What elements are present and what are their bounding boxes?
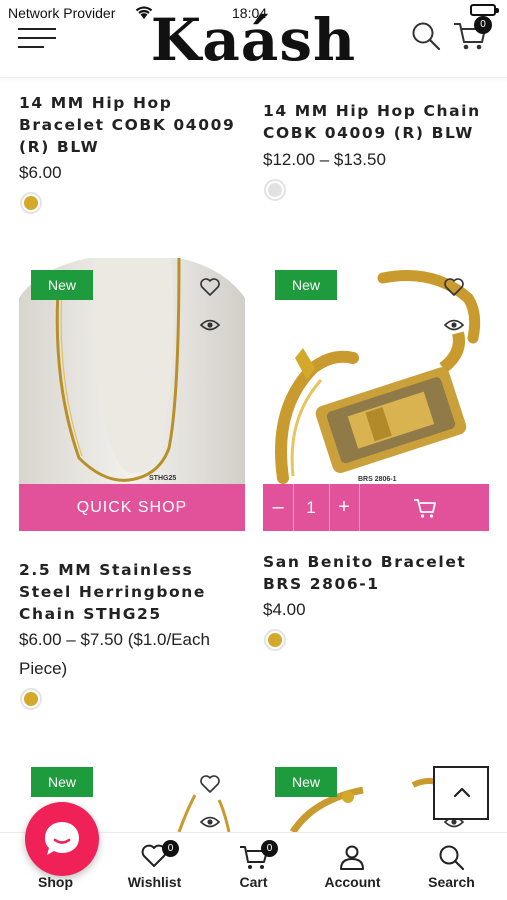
- color-swatch[interactable]: [20, 688, 42, 710]
- user-icon: [340, 845, 364, 870]
- eye-icon[interactable]: [199, 314, 221, 336]
- nav-wishlist[interactable]: 0 Wishlist: [104, 833, 205, 900]
- nav-account[interactable]: Account: [302, 833, 403, 900]
- price-line: $6.00 – $7.50 ($1.0/Each: [19, 630, 210, 649]
- nav-label: Wishlist: [127, 874, 182, 890]
- wishlist-count-badge: 0: [162, 840, 179, 857]
- qty-decrease-button[interactable]: –: [263, 484, 293, 531]
- product-title-line: (R) BLW: [19, 138, 100, 156]
- product-title[interactable]: 14 MM Hip Hop Bracelet COBK 04009 (R) BL…: [19, 92, 249, 158]
- product-price: $6.00 – $7.50 ($1.0/Each Piece): [19, 625, 259, 683]
- chat-icon: [45, 822, 79, 855]
- quantity-stepper: – 1 +: [263, 484, 489, 531]
- back-to-top-button[interactable]: [433, 766, 489, 820]
- product-title-line: BRS 2806-1: [263, 575, 380, 593]
- product-price: $6.00: [19, 163, 62, 182]
- product-title-line: Chain STHG25: [19, 605, 162, 623]
- product-title-line: COBK 04009 (R) BLW: [263, 124, 474, 142]
- heart-icon[interactable]: [199, 773, 221, 795]
- product-title-line: 2.5 MM Stainless: [19, 561, 194, 579]
- chat-button[interactable]: [25, 802, 99, 876]
- product-title-line: Steel Herringbone: [19, 583, 207, 601]
- qty-increase-button[interactable]: +: [329, 484, 359, 531]
- nav-label: Search: [428, 874, 475, 890]
- product-title-line: San Benito Bracelet: [263, 553, 467, 571]
- color-swatch[interactable]: [20, 192, 42, 214]
- nav-label: Shop: [38, 874, 73, 890]
- divider: [359, 484, 360, 531]
- search-icon: [439, 845, 465, 871]
- product-price: $12.00 – $13.50: [263, 150, 386, 169]
- color-swatch[interactable]: [264, 629, 286, 651]
- product-title[interactable]: San Benito Bracelet BRS 2806-1: [263, 551, 503, 595]
- nav-label: Account: [324, 874, 381, 890]
- product-title-line: Bracelet COBK 04009: [19, 116, 236, 134]
- new-badge: New: [275, 270, 337, 300]
- add-to-cart-icon[interactable]: [413, 497, 437, 519]
- product-title[interactable]: 14 MM Hip Hop Chain COBK 04009 (R) BLW: [263, 100, 503, 144]
- new-badge: New: [31, 767, 93, 797]
- chevron-up-icon: [453, 787, 471, 798]
- cart-count-badge: 0: [474, 16, 492, 34]
- color-swatch[interactable]: [264, 179, 286, 201]
- eye-icon[interactable]: [199, 811, 221, 833]
- new-badge: New: [275, 767, 337, 797]
- search-icon[interactable]: [410, 20, 442, 52]
- new-badge: New: [31, 270, 93, 300]
- price-line: Piece): [19, 659, 68, 678]
- cart-count-badge: 0: [261, 840, 278, 857]
- heart-icon[interactable]: [199, 276, 221, 298]
- qty-input[interactable]: 1: [293, 484, 329, 531]
- quick-shop-button[interactable]: QUICK SHOP: [19, 484, 245, 531]
- heart-icon[interactable]: [443, 276, 465, 298]
- nav-search[interactable]: Search: [401, 833, 502, 900]
- product-title[interactable]: 2.5 MM Stainless Steel Herringbone Chain…: [19, 559, 259, 625]
- eye-icon[interactable]: [443, 314, 465, 336]
- image-sku-label: STHG25: [149, 475, 176, 482]
- product-title-line: 14 MM Hip Hop Chain: [263, 102, 481, 120]
- image-sku-label: BRS 2806-1: [358, 476, 397, 483]
- app-header: Kaásh 0: [0, 0, 507, 78]
- nav-cart[interactable]: 0 Cart: [203, 833, 304, 900]
- product-price: $4.00: [263, 600, 306, 619]
- product-title-line: 14 MM Hip Hop: [19, 94, 173, 112]
- nav-label: Cart: [239, 874, 268, 890]
